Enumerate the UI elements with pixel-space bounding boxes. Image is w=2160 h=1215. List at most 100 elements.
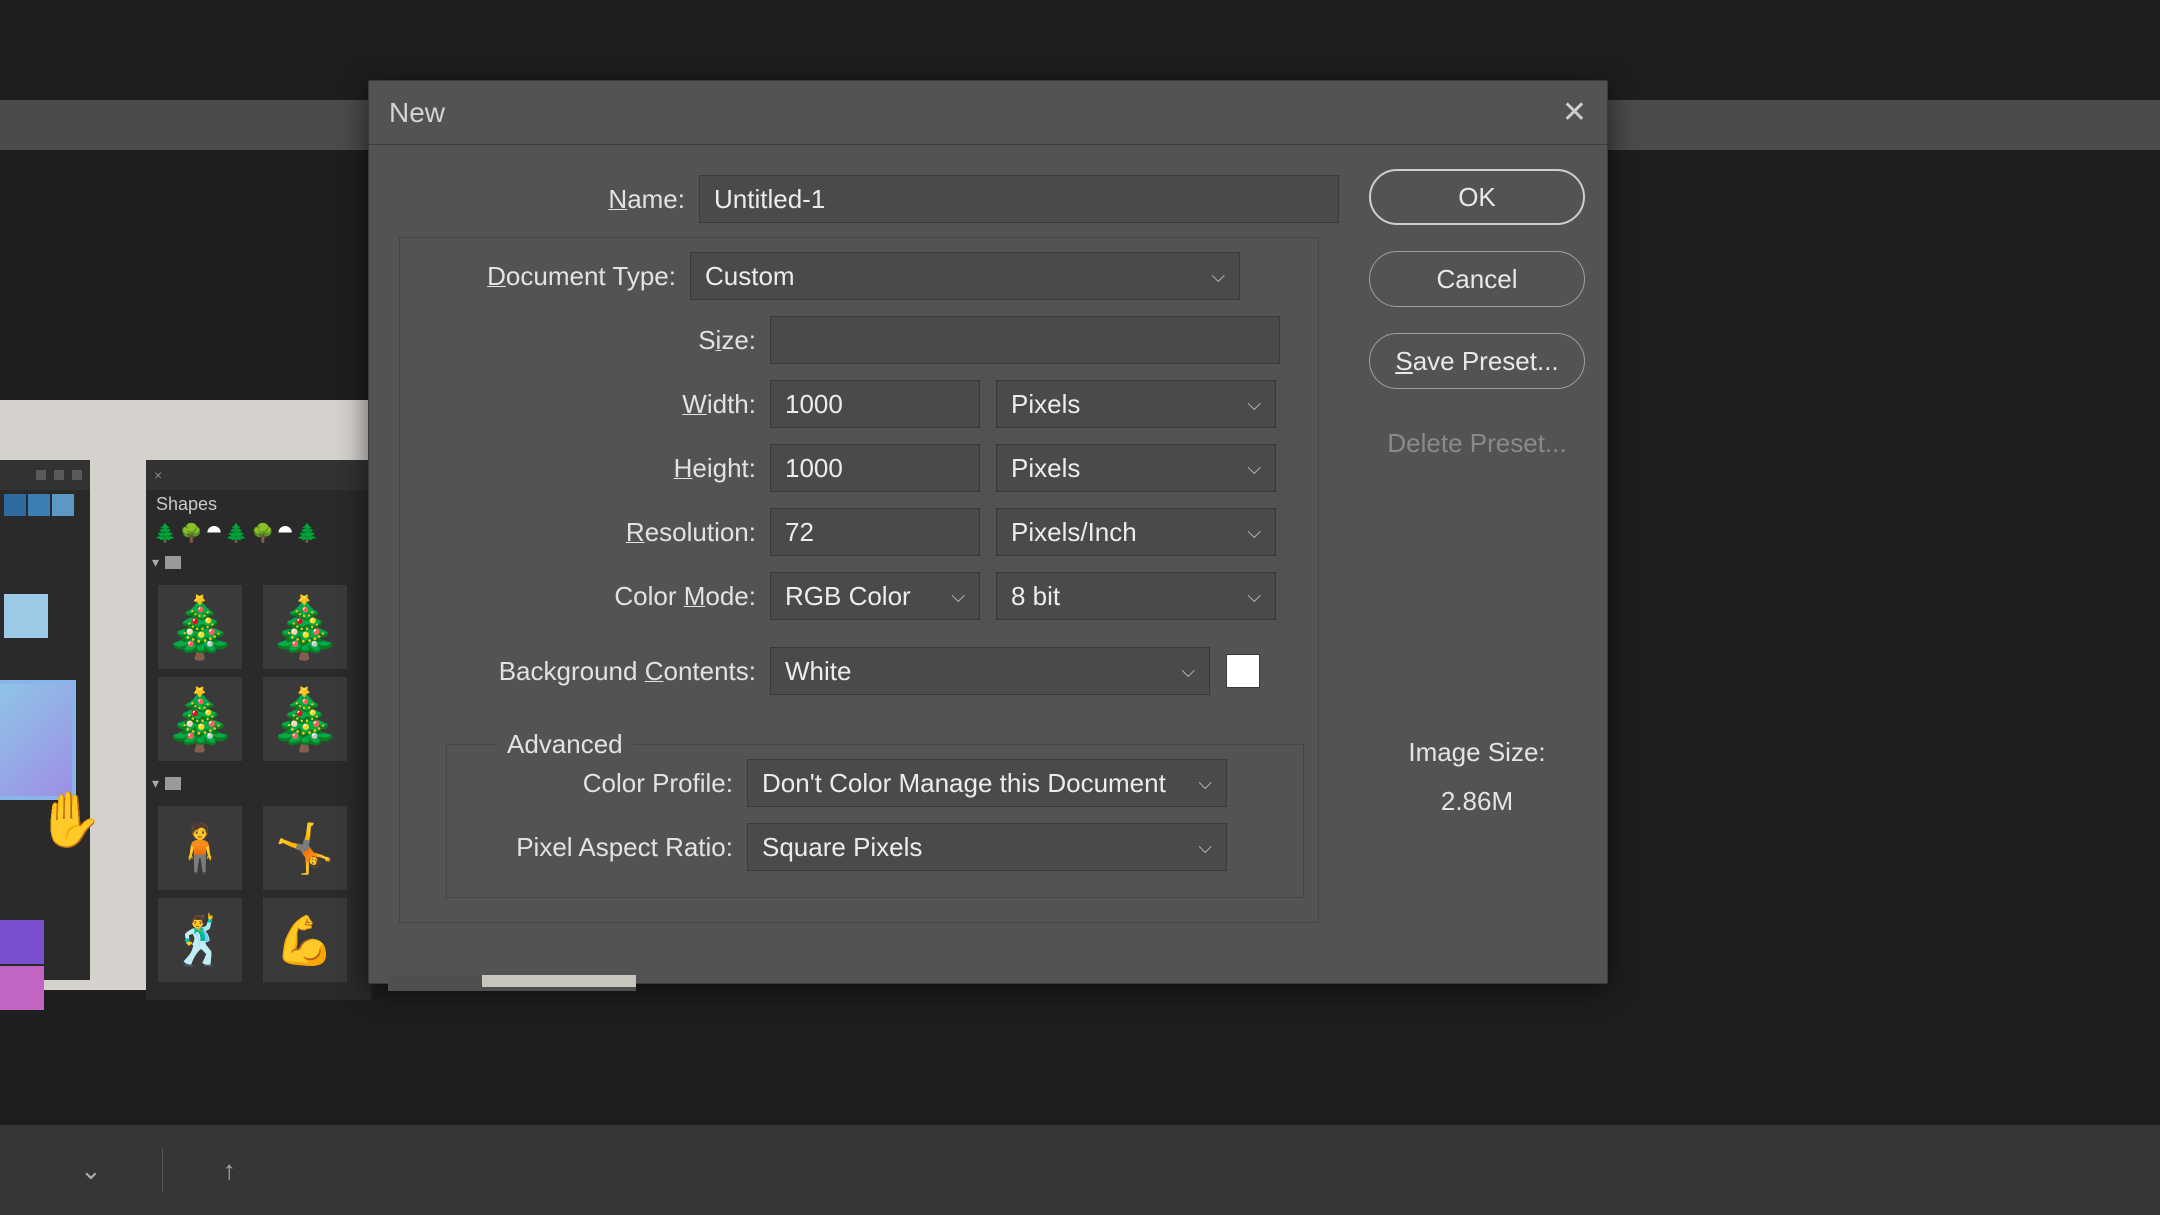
shape-thumb-person[interactable]: 💪: [263, 898, 347, 982]
width-unit-select[interactable]: Pixels ⌵: [996, 380, 1276, 428]
chevron-down-icon: ⌵: [1247, 458, 1261, 479]
shape-thumb-person[interactable]: 🕺: [158, 898, 242, 982]
resolution-input[interactable]: [770, 508, 980, 556]
size-label: Size:: [400, 325, 770, 356]
tree-icon[interactable]: 🌳: [180, 523, 202, 544]
resolution-unit-select[interactable]: Pixels/Inch ⌵: [996, 508, 1276, 556]
doc-type-row: Document Type: Custom ⌵: [400, 244, 1318, 308]
height-label: Height:: [400, 453, 770, 484]
tree-icon[interactable]: 🌳: [252, 523, 274, 544]
arrow-up-icon[interactable]: ↑: [223, 1155, 236, 1186]
chevron-down-icon: ▾: [152, 554, 159, 571]
swatch-row: [0, 490, 90, 520]
divider: [162, 1148, 163, 1192]
shape-thumb-person[interactable]: 🤸: [263, 806, 347, 890]
pixel-aspect-value: Square Pixels: [762, 832, 922, 863]
color-profile-select[interactable]: Don't Color Manage this Document ⌵: [747, 759, 1227, 807]
pixel-aspect-label: Pixel Aspect Ratio:: [447, 832, 747, 863]
ok-button[interactable]: OK: [1369, 169, 1585, 225]
shape-thumb-tree[interactable]: 🎄: [263, 677, 347, 761]
cursor-hand-icon: ✋: [40, 790, 100, 850]
width-label: Width:: [400, 389, 770, 420]
chevron-down-icon: ⌵: [1198, 837, 1212, 858]
shape-thumb-tree[interactable]: 🎄: [158, 585, 242, 669]
image-size-value: 2.86M: [1369, 786, 1585, 817]
name-input[interactable]: [699, 175, 1339, 223]
close-icon[interactable]: ✕: [1562, 95, 1587, 130]
pixel-aspect-select[interactable]: Square Pixels ⌵: [747, 823, 1227, 871]
name-label: Name:: [409, 184, 699, 215]
color-profile-label: Color Profile:: [447, 768, 747, 799]
advanced-group: Advanced Color Profile: Don't Color Mana…: [446, 744, 1304, 898]
chevron-down-icon: ▾: [152, 775, 159, 792]
chevron-down-icon: ⌵: [1181, 661, 1195, 682]
shapes-panel[interactable]: × Shapes 🌲 🌳 ⯊ 🌲 🌳 ⯊ 🌲 ▾ 🎄 🎄 🎄 🎄 ▾ 🧍 🤸 🕺…: [146, 460, 371, 1000]
chevron-down-icon: ⌵: [1247, 522, 1261, 543]
bg-color-swatch[interactable]: [1226, 654, 1260, 688]
shapes-panel-title: Shapes: [146, 490, 371, 519]
advanced-legend: Advanced: [497, 729, 633, 760]
shape-thumb-person[interactable]: 🧍: [158, 806, 242, 890]
resolution-label: Resolution:: [400, 517, 770, 548]
color-mode-label: Color Mode:: [400, 581, 770, 612]
bottom-toolbar: ⌄ ↑: [0, 1125, 2160, 1215]
color-profile-row: Color Profile: Don't Color Manage this D…: [447, 751, 1303, 815]
folder-row[interactable]: ▾: [146, 769, 371, 798]
doc-type-value: Custom: [705, 261, 795, 292]
shape-thumb-tree[interactable]: 🎄: [158, 677, 242, 761]
tree-icon[interactable]: 🌲: [296, 523, 318, 544]
shape-thumb-tree[interactable]: 🎄: [263, 585, 347, 669]
folder-row[interactable]: ▾: [146, 548, 371, 577]
size-row: Size:: [400, 308, 1318, 372]
chevron-down-icon: ⌵: [1247, 394, 1261, 415]
folder-icon: [165, 777, 181, 790]
bg-contents-select[interactable]: White ⌵: [770, 647, 1210, 695]
doc-type-label: Document Type:: [400, 261, 690, 292]
color-mode-value: RGB Color: [785, 581, 911, 612]
image-size-info: Image Size: 2.86M: [1369, 737, 1585, 817]
width-row: Width: Pixels ⌵: [400, 372, 1318, 436]
tree-icon[interactable]: 🌲: [154, 523, 176, 544]
folder-icon: [165, 556, 181, 569]
magenta-swatch[interactable]: [0, 966, 44, 1010]
chevron-down-icon: ⌵: [1198, 773, 1212, 794]
color-mode-select[interactable]: RGB Color ⌵: [770, 572, 980, 620]
chevron-down-icon: ⌵: [951, 586, 965, 607]
resolution-unit: Pixels/Inch: [1011, 517, 1137, 548]
new-document-dialog: New ✕ Name: Document Type: Custom ⌵: [368, 80, 1608, 984]
height-unit: Pixels: [1011, 453, 1080, 484]
footer-fragment: [482, 975, 636, 987]
close-icon[interactable]: ×: [154, 467, 162, 483]
width-unit: Pixels: [1011, 389, 1080, 420]
chevron-down-icon[interactable]: ⌄: [80, 1155, 102, 1186]
color-bits-select[interactable]: 8 bit ⌵: [996, 572, 1276, 620]
selected-gradient-swatch[interactable]: [0, 680, 76, 800]
tree-icon[interactable]: ⯊: [278, 523, 292, 544]
bg-contents-label: Background Contents:: [400, 656, 770, 687]
delete-preset-button: Delete Preset...: [1369, 415, 1585, 471]
purple-swatch[interactable]: [0, 920, 44, 964]
pixel-aspect-row: Pixel Aspect Ratio: Square Pixels ⌵: [447, 815, 1303, 879]
bg-contents-value: White: [785, 656, 851, 687]
color-profile-value: Don't Color Manage this Document: [762, 768, 1166, 799]
tree-icon[interactable]: 🌲: [225, 523, 247, 544]
color-bits-value: 8 bit: [1011, 581, 1060, 612]
bg-contents-row: Background Contents: White ⌵: [400, 628, 1318, 714]
height-unit-select[interactable]: Pixels ⌵: [996, 444, 1276, 492]
cancel-button[interactable]: Cancel: [1369, 251, 1585, 307]
doc-type-select[interactable]: Custom ⌵: [690, 252, 1240, 300]
swatch-row: [0, 590, 90, 642]
dialog-title: New: [389, 97, 445, 129]
tree-icon[interactable]: ⯊: [207, 523, 221, 544]
width-input[interactable]: [770, 380, 980, 428]
height-input[interactable]: [770, 444, 980, 492]
image-size-label: Image Size:: [1369, 737, 1585, 768]
dialog-titlebar: New ✕: [369, 81, 1607, 145]
height-row: Height: Pixels ⌵: [400, 436, 1318, 500]
save-preset-button[interactable]: Save Preset...: [1369, 333, 1585, 389]
chevron-down-icon: ⌵: [1211, 266, 1225, 287]
resolution-row: Resolution: Pixels/Inch ⌵: [400, 500, 1318, 564]
document-settings-group: Document Type: Custom ⌵ Size: Width:: [399, 237, 1319, 923]
shape-icons-row: 🌲 🌳 ⯊ 🌲 🌳 ⯊ 🌲: [146, 519, 371, 548]
color-mode-row: Color Mode: RGB Color ⌵ 8 bit ⌵: [400, 564, 1318, 628]
